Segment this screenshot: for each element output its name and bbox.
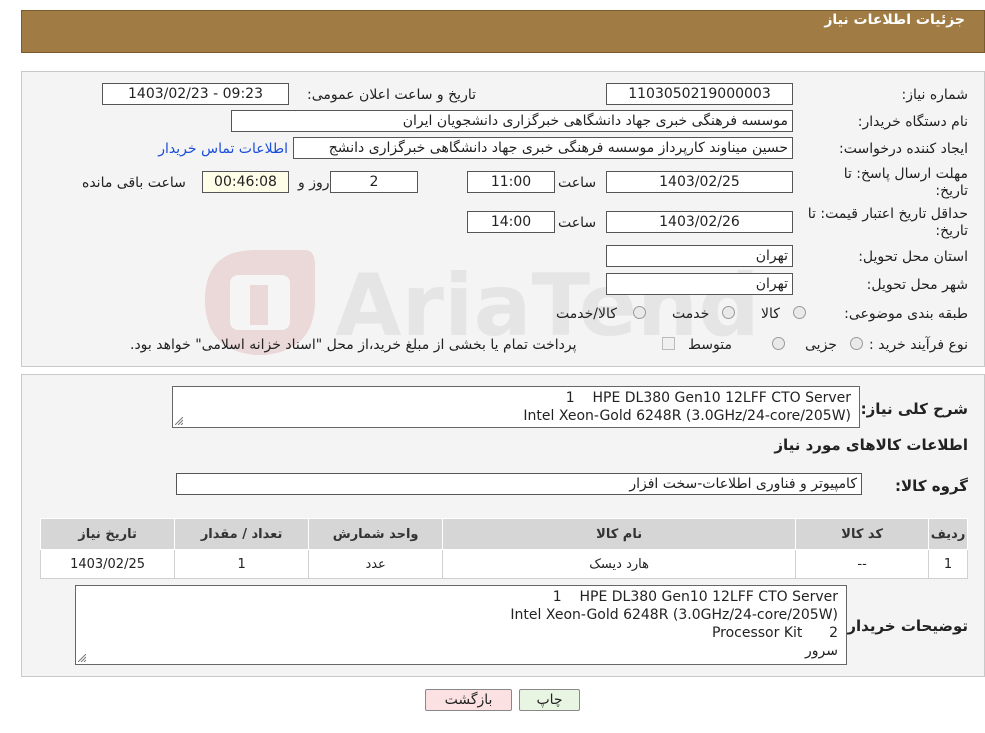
buyer-notes-textarea[interactable]: 1 HPE DL380 Gen10 12LFF CTO Server Intel…: [75, 585, 847, 665]
reply-deadline-label: مهلت ارسال پاسخ: تا تاریخ:: [843, 166, 968, 199]
cell-unit: عدد: [308, 549, 444, 579]
buyer-org-label: نام دستگاه خریدار:: [857, 114, 968, 130]
category-label: طبقه بندی موضوعی:: [844, 306, 968, 322]
delivery-city-field: تهران: [606, 273, 793, 295]
buyer-notes-label: توضیحات خریدار:: [841, 617, 968, 635]
purchase-radio-minor[interactable]: [850, 337, 863, 350]
requester-label: ایجاد کننده درخواست:: [839, 141, 968, 157]
days-label: روز و: [298, 175, 330, 191]
category-option-goods: کالا: [761, 306, 780, 322]
remaining-days: 2: [330, 171, 418, 193]
purchase-option-medium: متوسط: [688, 337, 732, 353]
resize-grip-icon[interactable]: [78, 654, 86, 662]
summary-textarea[interactable]: 1 HPE DL380 Gen10 12LFF CTO Server Intel…: [172, 386, 860, 428]
category-option-service: خدمت: [672, 306, 710, 322]
back-button[interactable]: بازگشت: [425, 689, 512, 711]
page-title: جزئیات اطلاعات نیاز: [824, 12, 965, 28]
announce-datetime-label: تاریخ و ساعت اعلان عمومی:: [307, 87, 476, 103]
purchase-option-minor: جزیی: [805, 337, 837, 353]
treasury-note: پرداخت تمام یا بخشی از مبلغ خرید،از محل …: [130, 337, 577, 353]
remaining-time-label: ساعت باقی مانده: [82, 175, 186, 191]
goods-group-field: کامپیوتر و فناوری اطلاعات-سخت افزار: [176, 473, 862, 495]
need-number-field: 1103050219000003: [606, 83, 793, 105]
delivery-province-field: تهران: [606, 245, 793, 267]
col-row-header: ردیف: [928, 518, 968, 550]
buyer-contact-link[interactable]: اطلاعات تماس خریدار: [158, 141, 288, 157]
col-code-header: کد کالا: [795, 518, 930, 550]
cell-date: 1403/02/25: [39, 549, 176, 579]
table-header-row: ردیف کد کالا نام کالا واحد شمارش تعداد /…: [39, 518, 968, 550]
delivery-city-label: شهر محل تحویل:: [866, 277, 968, 293]
price-validity-label: حداقل تاریخ اعتبار قیمت: تا تاریخ:: [807, 206, 968, 239]
price-validity-time-label: ساعت: [558, 215, 597, 231]
category-radio-goods-service[interactable]: [633, 306, 646, 319]
col-qty-header: تعداد / مقدار: [174, 518, 310, 550]
reply-time-label: ساعت: [558, 175, 597, 191]
category-radio-service[interactable]: [722, 306, 735, 319]
col-unit-header: واحد شمارش: [308, 518, 444, 550]
reply-deadline-date: 1403/02/25: [606, 171, 793, 193]
announce-datetime-field: 1403/02/23 - 09:23: [102, 83, 289, 105]
cell-code: --: [795, 549, 930, 579]
summary-line-2: Intel Xeon-Gold 6248R (3.0GHz/24-core/20…: [523, 408, 851, 424]
buyer-notes-line-3: Processor Kit 2: [711, 625, 838, 641]
category-radio-goods[interactable]: [793, 306, 806, 319]
col-date-header: تاریخ نیاز: [39, 518, 176, 550]
buyer-notes-line-1: 1 HPE DL380 Gen10 12LFF CTO Server: [552, 589, 838, 605]
price-validity-time: 14:00: [467, 211, 555, 233]
summary-label: شرح کلی نیاز:: [860, 400, 968, 418]
goods-group-label: گروه کالا:: [895, 477, 968, 495]
col-name-header: نام کالا: [442, 518, 797, 550]
purchase-radio-medium[interactable]: [772, 337, 785, 350]
category-option-goods-service: کالا/خدمت: [556, 306, 617, 322]
buyer-notes-line-4: سرور: [805, 643, 838, 659]
purchase-type-label: نوع فرآیند خرید :: [869, 337, 968, 353]
treasury-checkbox[interactable]: [662, 337, 675, 350]
items-table: ردیف کد کالا نام کالا واحد شمارش تعداد /…: [39, 518, 968, 579]
cell-name: هارد دیسک: [442, 549, 797, 579]
price-validity-date: 1403/02/26: [606, 211, 793, 233]
cell-row: 1: [928, 549, 968, 579]
delivery-province-label: استان محل تحویل:: [858, 249, 968, 265]
summary-line-1: 1 HPE DL380 Gen10 12LFF CTO Server: [565, 390, 851, 406]
buyer-notes-line-2: Intel Xeon-Gold 6248R (3.0GHz/24-core/20…: [510, 607, 838, 623]
need-number-label: شماره نیاز:: [901, 87, 969, 103]
goods-info-title: اطلاعات کالاهای مورد نیاز: [774, 436, 968, 454]
cell-qty: 1: [174, 549, 310, 579]
resize-grip-icon[interactable]: [175, 417, 183, 425]
print-button[interactable]: چاپ: [519, 689, 580, 711]
reply-deadline-time: 11:00: [467, 171, 555, 193]
buyer-org-field: موسسه فرهنگی خبری جهاد دانشگاهی خبرگزاری…: [231, 110, 793, 132]
remaining-time: 00:46:08: [202, 171, 289, 193]
table-row: 1 -- هارد دیسک عدد 1 1403/02/25: [39, 549, 968, 579]
requester-field: حسین میناوند کارپرداز موسسه فرهنگی خبری …: [293, 137, 793, 159]
